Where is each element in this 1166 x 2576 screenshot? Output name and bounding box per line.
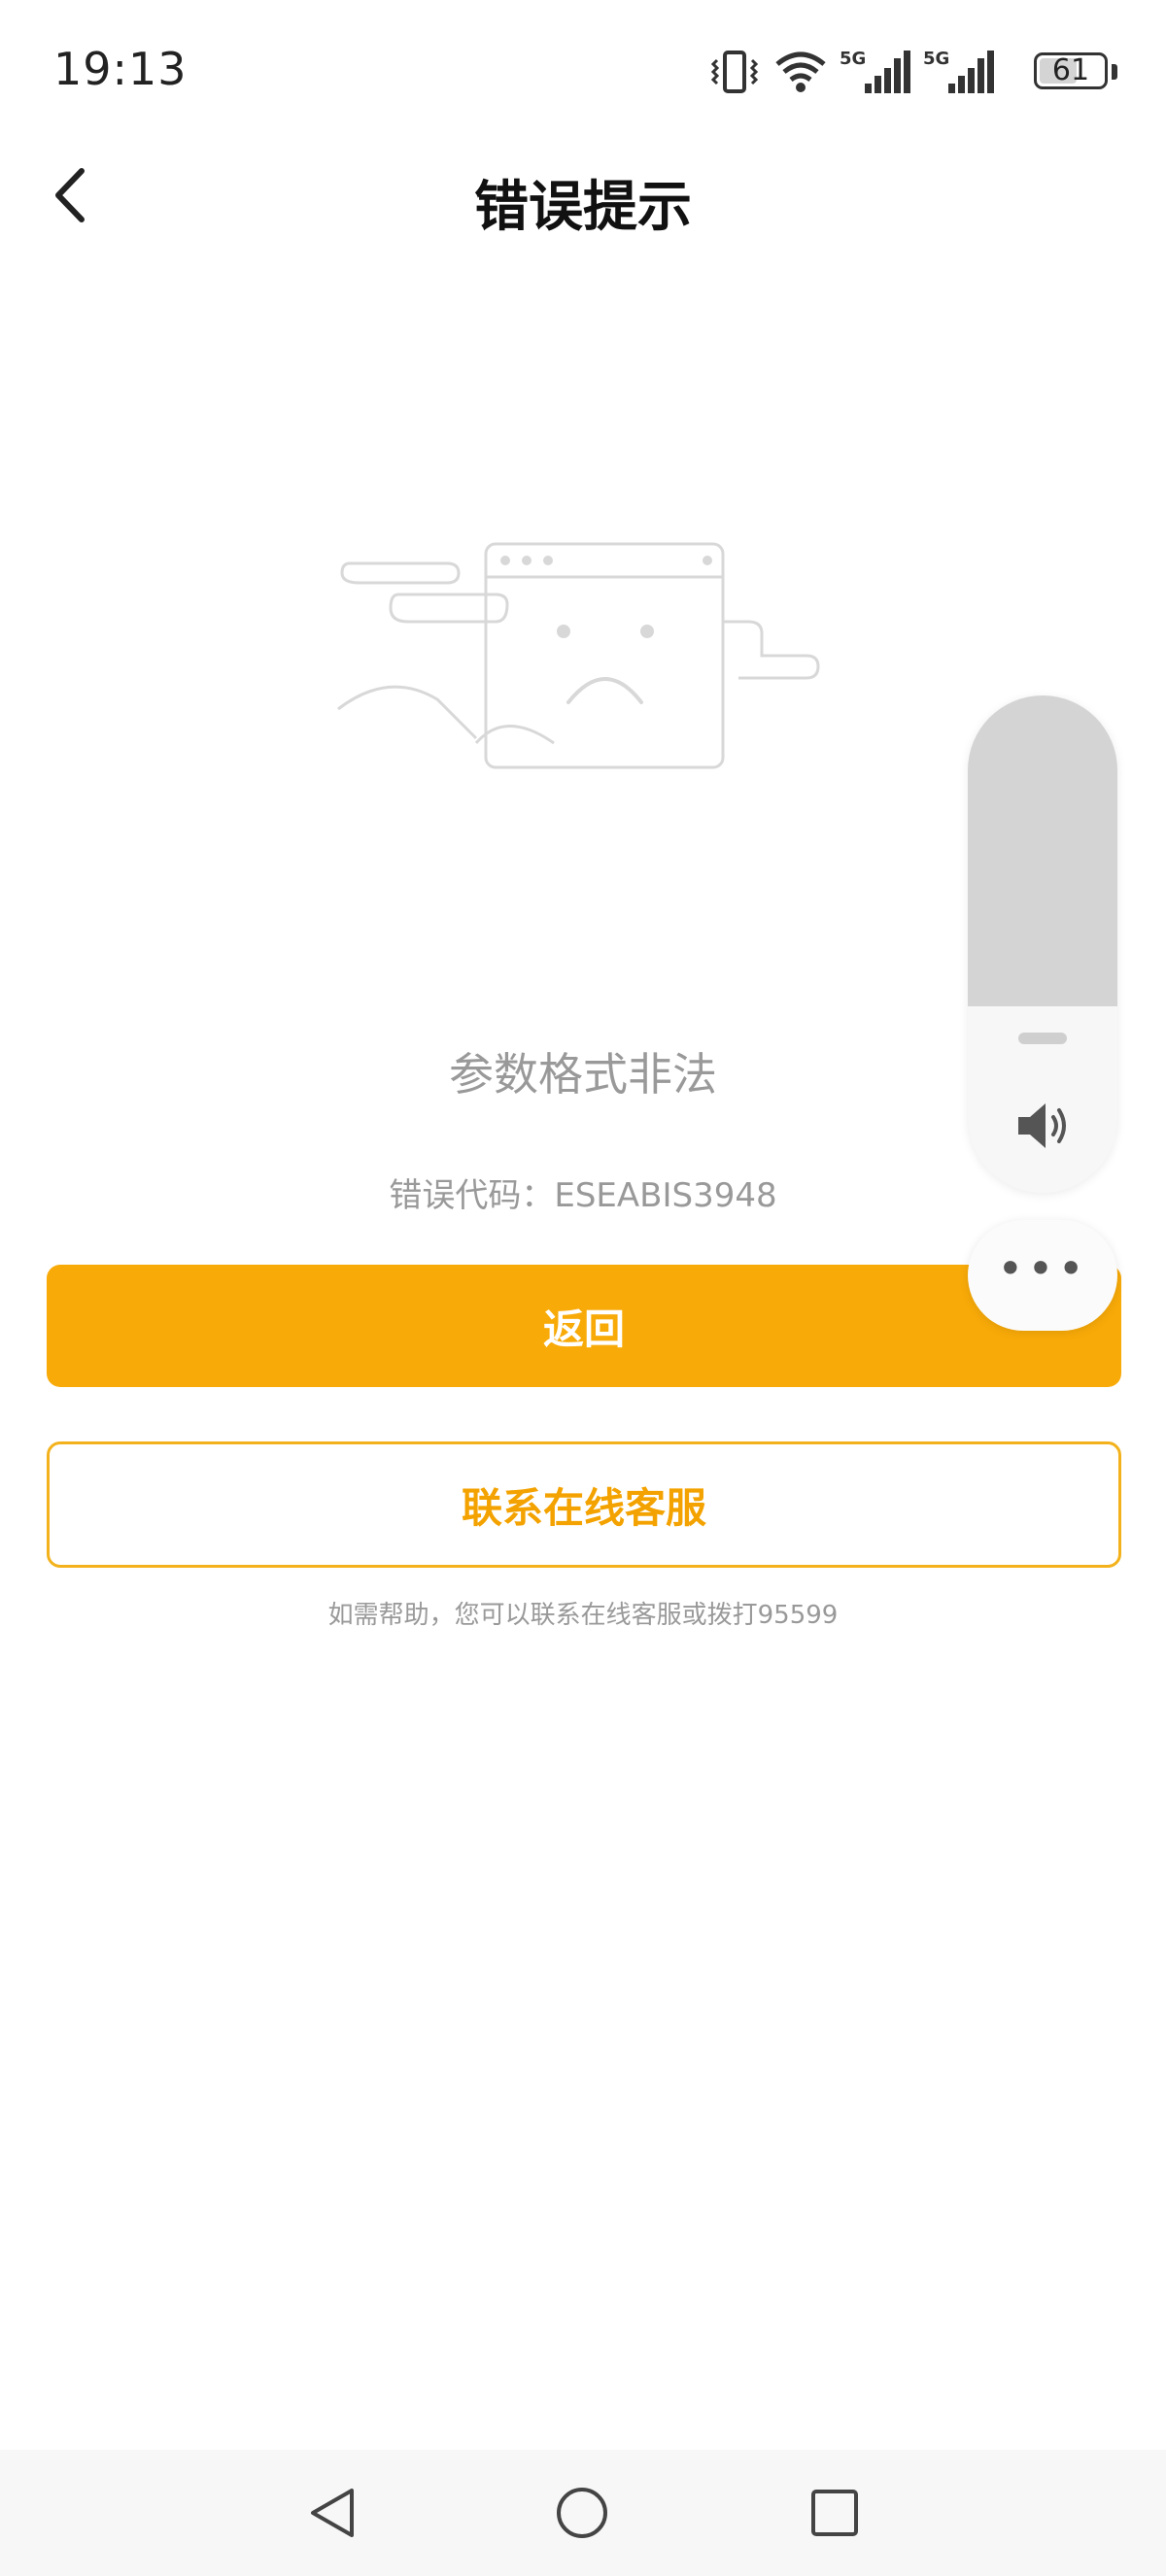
wifi-icon xyxy=(775,51,826,92)
sad-browser-illustration xyxy=(330,525,836,777)
contact-support-button[interactable]: 联系在线客服 xyxy=(47,1441,1121,1568)
status-icons: 5G 5G 61 xyxy=(709,47,1117,101)
net1-label: 5G xyxy=(840,49,866,69)
error-code: 错误代码：ESEABIS3948 xyxy=(389,1176,777,1215)
help-text: 如需帮助，您可以联系在线客服或拨打95599 xyxy=(327,1601,839,1630)
signal-5g-icon: 5G xyxy=(923,49,994,93)
header: 错误提示 xyxy=(0,146,1166,243)
net2-label: 5G xyxy=(923,49,949,69)
vibrate-icon xyxy=(710,51,759,93)
more-options-button[interactable]: ••• xyxy=(968,1220,1117,1331)
nav-recent-icon[interactable] xyxy=(803,2481,867,2545)
signal-5g-icon: 5G xyxy=(840,49,910,93)
more-dots-icon: ••• xyxy=(997,1242,1088,1295)
nav-home-icon[interactable] xyxy=(550,2481,614,2545)
status-time: 19:13 xyxy=(53,43,188,95)
speaker-icon[interactable] xyxy=(1011,1094,1075,1158)
nav-back-icon[interactable] xyxy=(301,2481,365,2545)
navigation-bar xyxy=(0,2450,1166,2576)
status-bar: 19:13 5G 5G 61 xyxy=(0,0,1166,146)
volume-handle[interactable] xyxy=(1018,1033,1067,1044)
return-button[interactable]: 返回 xyxy=(47,1265,1121,1387)
battery-level: 61 xyxy=(1051,53,1090,87)
volume-track xyxy=(968,695,1117,1006)
volume-slider[interactable] xyxy=(968,695,1117,1193)
page-title: 错误提示 xyxy=(474,176,692,239)
battery-icon: 61 xyxy=(1034,52,1117,93)
